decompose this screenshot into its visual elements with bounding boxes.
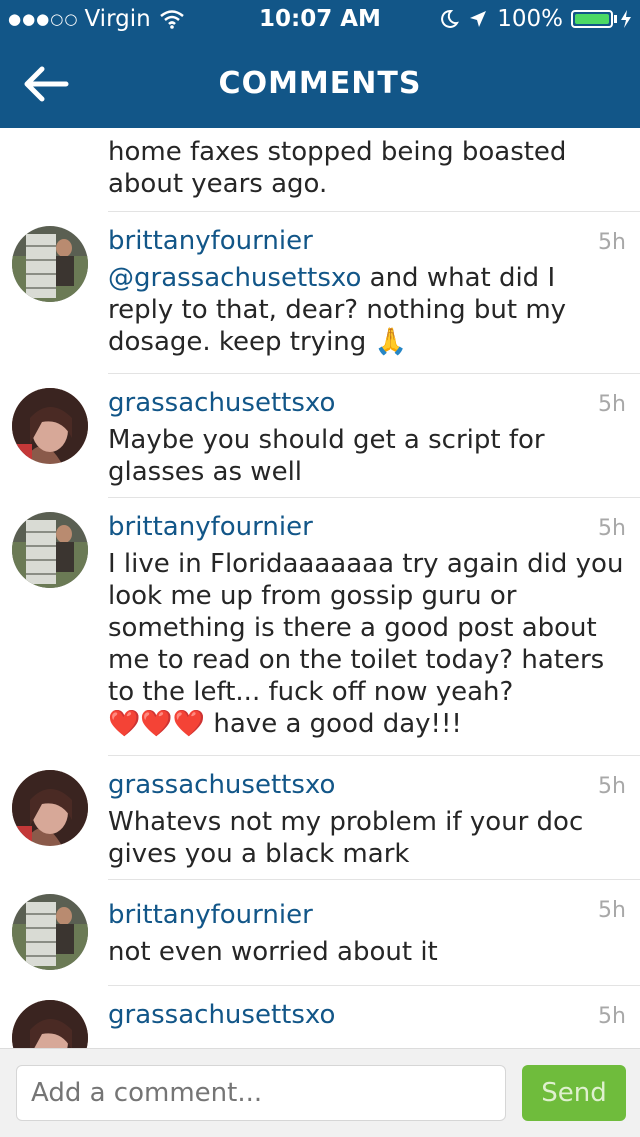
comments-list[interactable]: home faxes stopped being boasted about y… [0,128,640,1048]
comment-time: 5h [598,230,626,255]
comment-bar: Send [0,1048,640,1137]
comment-item: brittanyfournier 5h @grassachusettsxo an… [0,212,640,374]
comment-username[interactable]: brittanyfournier [108,512,313,542]
comment-time: 5h [598,1004,626,1029]
comment-item: grassachusettsxo 5h [0,986,640,1048]
comment-username[interactable]: brittanyfournier [108,226,313,256]
send-button[interactable]: Send [522,1065,626,1121]
comment-username[interactable]: grassachusettsxo [108,770,335,800]
avatar-brittanyfournier[interactable] [12,226,88,302]
avatar-brittanyfournier[interactable] [12,894,88,970]
comment-item: brittanyfournier 5h I live in Floridaaaa… [0,498,640,756]
location-arrow-icon [470,11,487,27]
comment-time: 5h [598,774,626,799]
moon-icon [441,9,460,28]
battery-icon [571,10,613,28]
comment-text: Whatevs not my problem if your doc gives… [108,807,584,869]
battery-tip [614,15,617,23]
nav-bar: COMMENTS [0,40,640,128]
comment-text: home faxes stopped being boasted about y… [108,137,567,199]
comment-item: grassachusettsxo 5h Maybe you should get… [0,374,640,498]
praying-hands-emoji: 🙏 [374,327,407,357]
add-comment-input[interactable] [16,1065,506,1121]
comment-item: grassachusettsxo 5h Whatevs not my probl… [0,756,640,880]
comment-text: not even worried about it [108,937,438,967]
page-title: COMMENTS [218,66,422,101]
comment-username[interactable]: brittanyfournier [108,900,313,930]
status-right-group: 100% [439,6,632,32]
battery-percent: 100% [497,6,563,32]
avatar-grassachusettsxo[interactable] [12,1000,88,1048]
hearts-emoji: ❤️❤️❤️ [108,709,206,739]
comment-body: I live in Floridaaaaaaa try again did yo… [108,549,624,707]
comment-text: I live in Floridaaaaaaa try again did yo… [108,548,626,740]
avatar-brittanyfournier[interactable] [12,512,88,588]
comment-body-end: have a good day!!! [205,709,462,739]
comment-username[interactable]: grassachusettsxo [108,1000,335,1030]
avatar-grassachusettsxo[interactable] [12,388,88,464]
comment-time: 5h [598,392,626,417]
status-bar: ●●●○○ Virgin 10:07 AM 100% [0,0,640,40]
comment-item: brittanyfournier 5h not even worried abo… [0,880,640,986]
comment-username[interactable]: grassachusettsxo [108,388,335,418]
charging-bolt-icon [621,10,631,28]
comment-text: Maybe you should get a script for glasse… [108,425,545,487]
comment-item: home faxes stopped being boasted about y… [0,128,640,212]
comment-text: @grassachusettsxo and what did I reply t… [108,262,626,358]
comment-time: 5h [598,516,626,541]
avatar-grassachusettsxo[interactable] [12,770,88,846]
comment-time: 5h [598,898,626,923]
mention-link[interactable]: @grassachusettsxo [108,263,361,293]
